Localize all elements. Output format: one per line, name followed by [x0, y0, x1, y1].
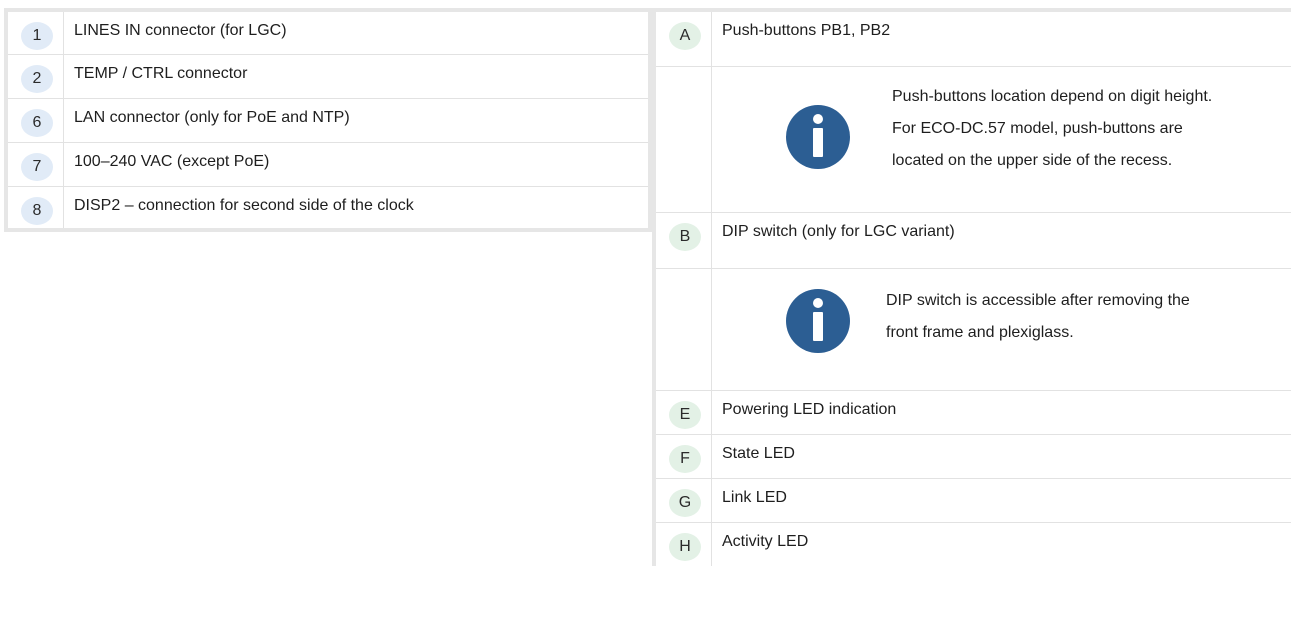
- row-text: Activity LED: [711, 521, 1291, 566]
- row-text: TEMP / CTRL connector: [63, 53, 651, 99]
- letter-badge: H: [669, 532, 701, 561]
- letter-badge: B: [669, 222, 701, 251]
- table-row: G Link LED: [653, 477, 1291, 523]
- number-badge: 1: [21, 22, 53, 50]
- row-text: Push-buttons PB1, PB2: [711, 9, 1291, 67]
- row-text: State LED: [711, 433, 1291, 479]
- table-row: B DIP switch (only for LGC variant): [653, 211, 1291, 269]
- number-badge: 6: [21, 108, 53, 137]
- number-badge: 7: [21, 152, 53, 181]
- table-row: 1 LINES IN connector (for LGC): [5, 9, 651, 55]
- row-text: 100–240 VAC (except PoE): [63, 141, 651, 187]
- row-text: LINES IN connector (for LGC): [63, 9, 651, 55]
- letter-badge: F: [669, 444, 701, 473]
- info-note-row: DIP switch is accessible after removing …: [653, 267, 1291, 391]
- info-note-text: DIP switch is accessible after removing …: [886, 291, 1190, 341]
- table-row: H Activity LED: [653, 521, 1291, 566]
- controls-legend-table: A Push-buttons PB1, PB2 Push-buttons loc…: [652, 8, 1291, 566]
- row-text: Powering LED indication: [711, 389, 1291, 435]
- row-text: DISP2 – connection for second side of th…: [63, 185, 651, 231]
- table-row: 7 100–240 VAC (except PoE): [5, 141, 651, 187]
- letter-badge: E: [669, 400, 701, 429]
- connector-legend-table: 1 LINES IN connector (for LGC) 2 TEMP / …: [4, 8, 652, 232]
- table-row: 8 DISP2 – connection for second side of …: [5, 185, 651, 231]
- row-text: Link LED: [711, 477, 1291, 523]
- info-note-row: Push-buttons location depend on digit he…: [653, 65, 1291, 213]
- info-icon: [786, 104, 850, 169]
- row-text: DIP switch (only for LGC variant): [711, 211, 1291, 269]
- letter-badge: A: [669, 22, 701, 50]
- table-row: 6 LAN connector (only for PoE and NTP): [5, 97, 651, 143]
- table-row: 2 TEMP / CTRL connector: [5, 53, 651, 99]
- table-row: A Push-buttons PB1, PB2: [653, 9, 1291, 67]
- table-row: F State LED: [653, 433, 1291, 479]
- number-badge: 2: [21, 64, 53, 93]
- info-note-text: Push-buttons location depend on digit he…: [892, 87, 1213, 169]
- number-badge: 8: [21, 196, 53, 225]
- row-text: LAN connector (only for PoE and NTP): [63, 97, 651, 143]
- info-icon: [786, 288, 850, 353]
- table-row: E Powering LED indication: [653, 389, 1291, 435]
- letter-badge: G: [669, 488, 701, 517]
